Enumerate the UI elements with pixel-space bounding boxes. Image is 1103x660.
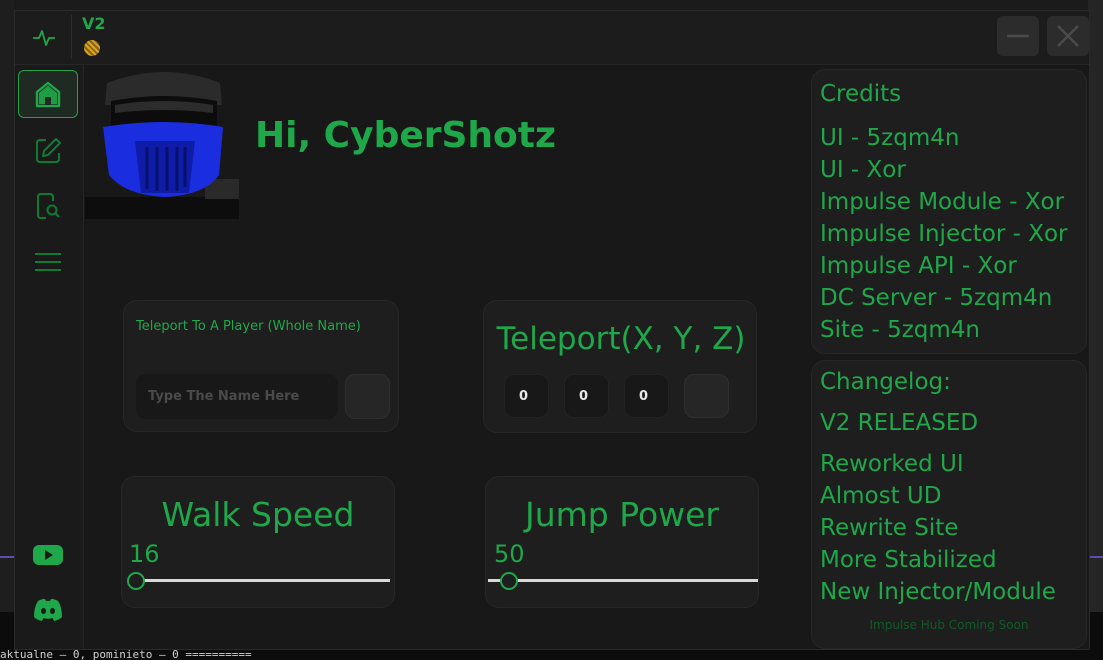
background-divider [0, 556, 14, 558]
jump-power-value: 50 [494, 540, 525, 568]
credits-title: Credits [820, 81, 902, 107]
title-separator [71, 15, 72, 59]
teleport-xyz-button[interactable] [684, 374, 729, 418]
background-window-left [0, 0, 14, 660]
sidebar [15, 65, 84, 649]
changelog-item: More Stabilized [820, 547, 997, 573]
changelog-item: Almost UD [820, 483, 942, 509]
teleport-player-label: Teleport To A Player (Whole Name) [136, 319, 361, 334]
sidebar-item-search[interactable] [18, 182, 78, 230]
walk-speed-slider-handle[interactable] [127, 572, 145, 590]
menu-icon [35, 253, 61, 271]
walk-speed-track[interactable] [136, 579, 390, 582]
credits-item: Impulse Injector - Xor [820, 221, 1068, 247]
background-window-right [1088, 0, 1103, 660]
search-document-icon [37, 193, 60, 219]
edit-icon [36, 138, 61, 163]
pulse-icon [33, 30, 55, 46]
jump-power-track[interactable] [488, 579, 758, 582]
sidebar-item-home[interactable] [18, 70, 78, 118]
close-icon [1057, 25, 1079, 47]
x-coordinate-input[interactable]: 0 [504, 374, 549, 418]
discord-icon [34, 598, 62, 621]
app-version-title: V2 [82, 14, 106, 33]
discord-link[interactable] [18, 586, 78, 634]
greeting-text: Hi, CyberShotz [255, 115, 556, 156]
changelog-headline: V2 RELEASED [820, 410, 979, 436]
walk-speed-card: Walk Speed 16 [121, 476, 395, 608]
teleport-xyz-title: Teleport(X, Y, Z) [496, 321, 746, 357]
coin-icon [84, 40, 100, 56]
changelog-item: Reworked UI [820, 451, 964, 477]
youtube-icon [33, 545, 63, 565]
avatar [85, 69, 239, 219]
credits-panel: Credits UI - 5zqm4n UI - Xor Impulse Mod… [811, 69, 1087, 354]
changelog-title: Changelog: [820, 369, 951, 395]
home-icon [35, 81, 61, 108]
changelog-item: Rewrite Site [820, 515, 959, 541]
youtube-link[interactable] [18, 531, 78, 579]
app-window: V2 Hi, CyberShotz Teleport To A Player (… [14, 10, 1090, 650]
minimize-button[interactable] [997, 16, 1039, 56]
credits-item: UI - 5zqm4n [820, 125, 960, 151]
teleport-xyz-card: Teleport(X, Y, Z) 0 0 0 [483, 300, 757, 433]
player-name-input[interactable] [136, 374, 338, 419]
credits-item: DC Server - 5zqm4n [820, 285, 1053, 311]
close-button[interactable] [1047, 16, 1089, 56]
background-divider [1088, 556, 1103, 558]
minimize-icon [1007, 34, 1029, 38]
changelog-footer-note: Impulse Hub Coming Soon [869, 618, 1029, 632]
changelog-panel: Changelog: V2 RELEASED Reworked UI Almos… [811, 360, 1087, 649]
sidebar-item-editor[interactable] [18, 127, 78, 175]
jump-power-title: Jump Power [524, 495, 719, 534]
teleport-player-card: Teleport To A Player (Whole Name) [123, 300, 399, 432]
z-coordinate-input[interactable]: 0 [624, 374, 669, 418]
title-bar[interactable]: V2 [15, 11, 1089, 65]
walk-speed-title: Walk Speed [161, 495, 355, 534]
jump-power-card: Jump Power 50 [485, 476, 759, 608]
credits-item: Impulse Module - Xor [820, 189, 1065, 215]
sidebar-item-menu[interactable] [18, 238, 78, 286]
credits-item: Site - 5zqm4n [820, 317, 981, 343]
credits-item: UI - Xor [820, 157, 906, 183]
credits-item: Impulse API - Xor [820, 253, 1017, 279]
changelog-item: New Injector/Module [820, 579, 1056, 605]
teleport-player-button[interactable] [345, 374, 390, 419]
walk-speed-value: 16 [129, 540, 160, 568]
jump-power-slider-handle[interactable] [500, 572, 518, 590]
y-coordinate-input[interactable]: 0 [564, 374, 609, 418]
